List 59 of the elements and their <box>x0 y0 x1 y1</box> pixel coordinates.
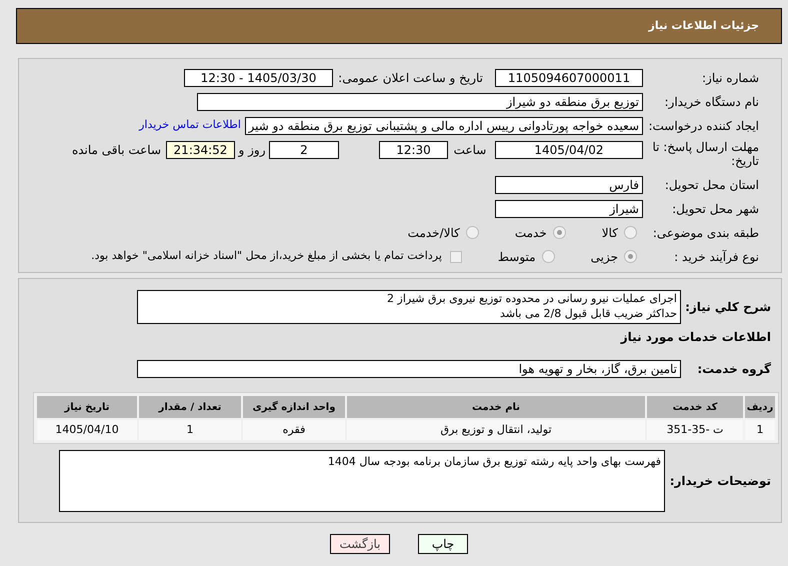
table-cell: تولید، انتقال و توزیع برق <box>347 420 645 440</box>
text-field[interactable]: فارس <box>495 176 643 194</box>
checkbox[interactable] <box>450 250 462 262</box>
description-textarea[interactable]: اجرای عملیات نیرو رسانی در محدوده توزیع نیروی برق شیراز 2 حداکثر ضریب قابل قبول 2/8 می باشد <box>137 290 681 324</box>
table-cell: 1 <box>745 420 775 440</box>
column-header: واحد اندازه گیری <box>243 396 345 418</box>
notes-textarea[interactable]: فهرست بهای واحد پایه رشته توزیع برق سازمان برنامه بودجه سال 1404 <box>59 450 665 512</box>
column-header: نام خدمت <box>347 396 645 418</box>
back-button[interactable]: بازگشت <box>330 534 390 554</box>
text-field[interactable]: تامین برق، گاز، بخار و تهویه هوا <box>137 360 681 378</box>
radio-button[interactable] <box>624 250 637 263</box>
text-field[interactable]: توزیع برق منطقه دو شیراز <box>197 92 643 110</box>
field-label: ایجاد کننده درخواست: <box>647 118 760 134</box>
table-cell: 1405/04/10 <box>37 420 137 440</box>
section-heading: اطلاعات خدمات مورد نیاز <box>619 329 772 346</box>
text-field[interactable]: 12:30 <box>379 141 448 159</box>
radio-label: کالا <box>602 224 618 242</box>
text-field[interactable]: سعیده خواجه پورتادوانی رییس اداره مالی و پشتیبانی توزیع برق منطقه دو شیر <box>245 116 643 134</box>
remaining-label: ساعت باقی مانده <box>72 142 161 159</box>
field-label: شماره نیاز: <box>701 70 760 86</box>
radio-label: خدمت <box>514 224 547 242</box>
column-header: تعداد / مقدار <box>139 396 241 418</box>
checkbox-label: پرداخت تمام یا بخشی از مبلغ خرید،از محل "اسناد خزانه اسلامی" خواهد بود. <box>91 248 442 264</box>
page-title: جزئیات اطلاعات نیاز <box>648 18 759 34</box>
radio-button[interactable] <box>542 250 555 263</box>
field-label: مهلت ارسال پاسخ: تا تاریخ: <box>651 140 760 168</box>
radio-button[interactable] <box>466 226 479 239</box>
column-header: ردیف <box>745 396 775 418</box>
field-label: استان محل تحویل: <box>664 176 760 194</box>
remaining-time: 21:34:52 <box>166 141 235 159</box>
text-field[interactable]: 1405/04/02 <box>495 141 643 159</box>
print-button[interactable]: چاپ <box>418 534 468 554</box>
field-label: شهر محل تحویل: <box>671 200 760 218</box>
column-header: تاریخ نیاز <box>37 396 137 418</box>
field-label: طبقه بندی موضوعی: <box>652 224 760 242</box>
field-label: نوع فرآیند خرید : <box>673 248 760 266</box>
text-field[interactable]: شیراز <box>495 200 643 218</box>
radio-button[interactable] <box>624 226 637 239</box>
field-label: تاریخ و ساعت اعلان عمومی: <box>337 70 483 86</box>
radio-label: کالا/خدمت <box>408 224 460 242</box>
text-field[interactable]: 1405/03/30 - 12:30 <box>184 68 333 86</box>
description-line: اجرای عملیات نیرو رسانی در محدوده توزیع نیروی برق شیراز 2 <box>386 291 677 306</box>
column-header: کد خدمت <box>647 396 743 418</box>
contact-link[interactable]: اطلاعات تماس خریدار <box>139 117 241 134</box>
radio-button[interactable] <box>552 226 566 239</box>
field-label: شرح كلي نياز: <box>684 299 772 316</box>
table-cell: ت -35-351 <box>647 420 743 440</box>
description-line: حداکثر ضریب قابل قبول 2/8 می باشد <box>499 306 677 321</box>
days-label: روز و <box>237 142 266 159</box>
table-cell: 1 <box>139 420 241 440</box>
field-label: نام دستگاه خریدار: <box>664 94 760 110</box>
radio-label: جزیی <box>590 248 618 266</box>
radio-label: متوسط <box>498 248 536 266</box>
table-cell: فقره <box>243 420 345 440</box>
text-field[interactable]: 1105094607000011 <box>495 68 643 86</box>
text-field[interactable]: 2 <box>269 141 339 159</box>
time-label: ساعت <box>452 142 488 159</box>
field-label: گروه خدمت: <box>696 361 772 378</box>
field-label: توضیحات خریدار: <box>668 473 772 490</box>
